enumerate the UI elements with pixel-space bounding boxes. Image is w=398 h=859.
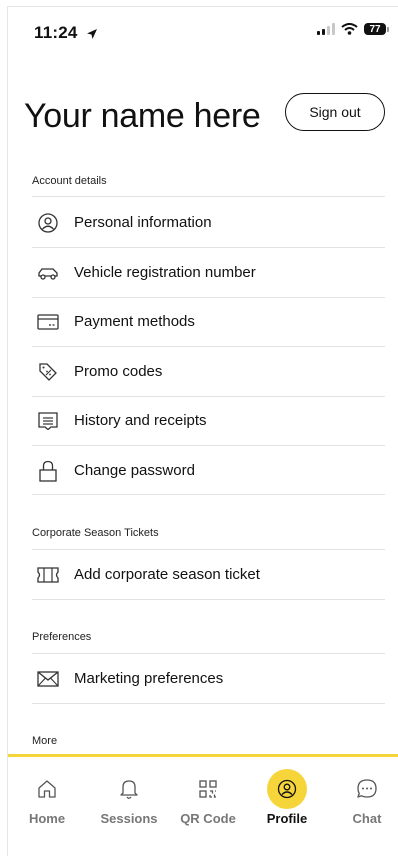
tab-profile[interactable]: Profile <box>248 757 326 837</box>
menu-item-label: History and receipts <box>74 412 207 429</box>
tab-label: Sessions <box>100 811 158 826</box>
page-title: Your name here <box>24 97 261 135</box>
menu-item-label: Marketing preferences <box>74 670 224 687</box>
menu-item-label: Vehicle registration number <box>74 264 256 281</box>
battery-icon: 77 <box>364 23 389 35</box>
receipt-icon <box>36 409 60 433</box>
menu-item-change-password[interactable]: Change password <box>32 446 385 495</box>
menu-item-label: Promo codes <box>74 363 163 380</box>
user-circle-icon <box>36 211 60 235</box>
tab-label: Home <box>28 811 66 826</box>
envelope-icon <box>36 667 60 691</box>
status-time-group: 11:24 <box>34 23 98 43</box>
tab-home[interactable]: Home <box>8 757 86 837</box>
tab-label: QR Code <box>180 811 236 826</box>
section-label-preferences: Preferences <box>32 631 92 643</box>
section-label-account-details: Account details <box>32 175 107 187</box>
card-icon <box>36 310 60 334</box>
tab-chat[interactable]: Chat <box>328 757 398 837</box>
menu-item-add-corporate-season-ticket[interactable]: Add corporate season ticket <box>32 550 385 599</box>
lock-icon <box>36 459 60 483</box>
menu-item-personal-information[interactable]: Personal information <box>32 198 385 247</box>
section-label-more: More <box>32 735 58 747</box>
tab-label: Profile <box>266 811 308 826</box>
menu-item-promo-codes[interactable]: Promo codes <box>32 347 385 396</box>
phone-screen: 11:24 77 Your name here Sign out Account… <box>7 6 398 859</box>
menu-item-payment-methods[interactable]: Payment methods <box>32 297 385 346</box>
menu-item-label: Change password <box>74 462 195 479</box>
profile-icon <box>267 769 307 809</box>
tag-percent-icon <box>36 360 60 384</box>
status-time: 11:24 <box>34 23 78 42</box>
menu-item-label: Payment methods <box>74 313 195 330</box>
tab-qr-code[interactable]: QR Code <box>169 757 247 837</box>
car-icon <box>36 261 60 285</box>
qr-code-icon <box>188 769 228 809</box>
battery-level: 77 <box>364 23 386 35</box>
location-arrow-icon <box>87 28 98 39</box>
tab-label: Chat <box>352 811 382 826</box>
wifi-icon <box>341 23 358 35</box>
menu-item-label: Personal information <box>74 214 212 231</box>
bottom-tab-bar: Home Sessions QR Code Profile Chat <box>8 754 398 859</box>
chat-icon <box>347 769 387 809</box>
menu-item-marketing-preferences[interactable]: Marketing preferences <box>32 654 385 703</box>
profile-header: Your name here Sign out <box>24 93 385 141</box>
menu-item-label: Add corporate season ticket <box>74 566 260 583</box>
ticket-icon <box>36 563 60 587</box>
system-icons: 77 <box>317 23 389 35</box>
bell-icon <box>109 769 149 809</box>
status-bar: 11:24 77 <box>8 7 398 59</box>
menu-item-history-receipts[interactable]: History and receipts <box>32 396 385 445</box>
section-label-corporate-season-tickets: Corporate Season Tickets <box>32 527 159 539</box>
signal-icon <box>317 23 335 35</box>
sign-out-button[interactable]: Sign out <box>285 93 385 131</box>
home-icon <box>27 769 67 809</box>
tab-sessions[interactable]: Sessions <box>90 757 168 837</box>
menu-item-vehicle-registration[interactable]: Vehicle registration number <box>32 248 385 297</box>
